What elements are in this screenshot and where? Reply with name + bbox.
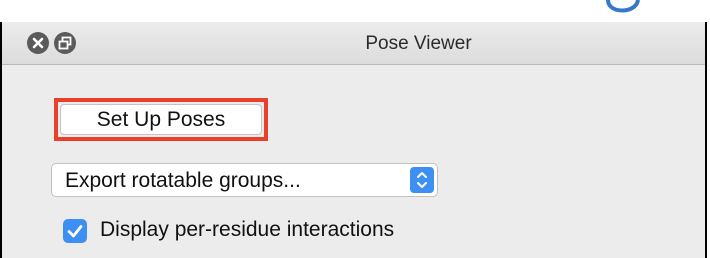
display-interactions-checkbox[interactable]	[63, 219, 87, 243]
panel-content: Set Up Poses Export rotatable groups... …	[2, 65, 705, 258]
chevron-up-down-icon[interactable]	[410, 167, 434, 193]
window-title: Pose Viewer	[365, 33, 472, 54]
display-interactions-label: Display per-residue interactions	[100, 218, 395, 241]
export-select-value: Export rotatable groups...	[65, 169, 301, 192]
background-logo-fragment	[600, 0, 646, 22]
export-select[interactable]: Export rotatable groups...	[51, 163, 438, 197]
checkmark-icon	[67, 225, 83, 238]
title-bar: Pose Viewer	[2, 22, 705, 65]
pose-viewer-window: Pose Viewer Set Up Poses Export rotatabl…	[0, 22, 707, 258]
set-up-poses-button[interactable]: Set Up Poses	[60, 104, 262, 135]
